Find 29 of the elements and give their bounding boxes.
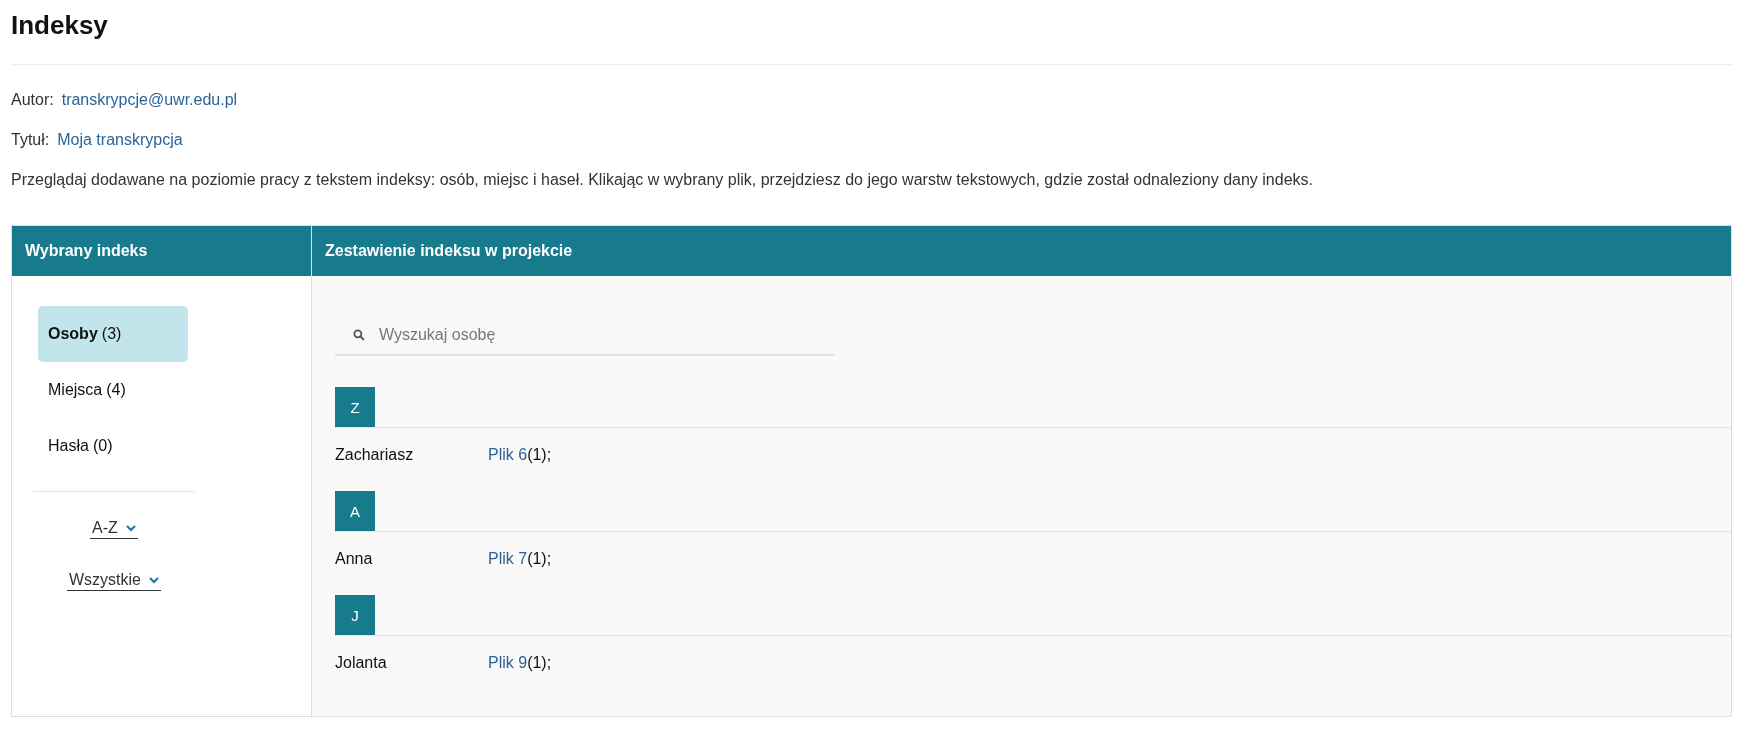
file-link[interactable]: Plik 6 bbox=[488, 446, 528, 464]
description-text: Przeglądaj dodawane na poziomie pracy z tekstem indeksy: osób, miejsc i haseł. Klikając w wybrany plik, przejdziesz do jego warstw tekstowych, gdzie został odnaleziony dany indeks. bbox=[11, 170, 1314, 190]
filter-dropdown[interactable]: Wszystkie bbox=[67, 571, 161, 591]
search-icon bbox=[353, 329, 365, 341]
meta-label: Tytuł: bbox=[11, 130, 50, 150]
file-count: (1); bbox=[527, 446, 552, 464]
search-field[interactable]: Wyszukaj osobę bbox=[379, 326, 835, 344]
file-link[interactable]: Plik 9 bbox=[488, 654, 528, 672]
caret-icon bbox=[125, 524, 136, 532]
letter-heading: J bbox=[335, 595, 375, 635]
caret-icon bbox=[149, 576, 159, 584]
letter-heading: Z bbox=[335, 387, 375, 427]
entry-name: Jolanta bbox=[335, 654, 388, 672]
page-title: Indeksy bbox=[11, 10, 109, 40]
panel-header: Zestawienie indeksu w projekcie bbox=[312, 226, 1731, 276]
file-count: (1); bbox=[527, 550, 552, 568]
letter-heading: A bbox=[335, 491, 375, 531]
meta-label: Autor: bbox=[11, 90, 54, 110]
file-count: (1); bbox=[527, 654, 552, 672]
meta-link[interactable]: transkrypcje@uwr.edu.pl bbox=[61, 90, 238, 110]
category-tab[interactable]: Osoby (3) bbox=[38, 306, 188, 362]
category-tab[interactable]: Miejsca (4) bbox=[38, 362, 188, 418]
file-link[interactable]: Plik 7 bbox=[488, 550, 528, 568]
sort-dropdown[interactable]: A-Z bbox=[90, 519, 138, 539]
meta-link[interactable]: Moja transkrypcja bbox=[57, 130, 183, 150]
entry-name: Anna bbox=[335, 550, 374, 568]
panel-header: Wybrany indeks bbox=[12, 226, 312, 276]
entry-name: Zachariasz bbox=[335, 446, 415, 464]
category-tab[interactable]: Hasła (0) bbox=[38, 418, 188, 474]
